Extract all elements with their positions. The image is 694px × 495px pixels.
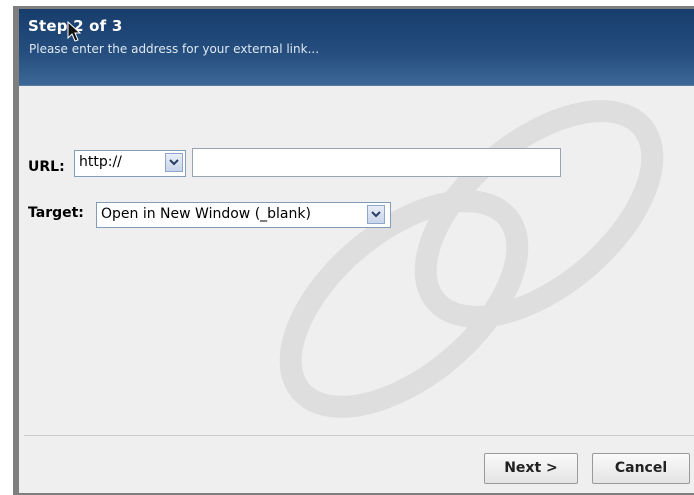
protocol-select-value: http://: [79, 154, 122, 170]
mouse-pointer-icon: [67, 21, 82, 42]
chevron-down-icon[interactable]: [165, 153, 183, 172]
footer-divider: [24, 435, 694, 436]
target-select[interactable]: Open in New Window (_blank): [96, 202, 391, 228]
target-select-value: Open in New Window (_blank): [101, 206, 311, 222]
wizard-header: Step 2 of 3 Please enter the address for…: [19, 9, 694, 86]
link-wizard-dialog: Step 2 of 3 Please enter the address for…: [19, 9, 694, 493]
url-label: URL:: [28, 159, 65, 175]
cancel-button[interactable]: Cancel: [592, 453, 690, 484]
step-instructions: Please enter the address for your extern…: [29, 42, 320, 56]
chevron-down-icon[interactable]: [367, 205, 385, 224]
protocol-select[interactable]: http://: [74, 150, 186, 177]
target-label: Target:: [28, 205, 84, 221]
url-input[interactable]: [192, 148, 561, 177]
next-button[interactable]: Next >: [484, 453, 578, 484]
